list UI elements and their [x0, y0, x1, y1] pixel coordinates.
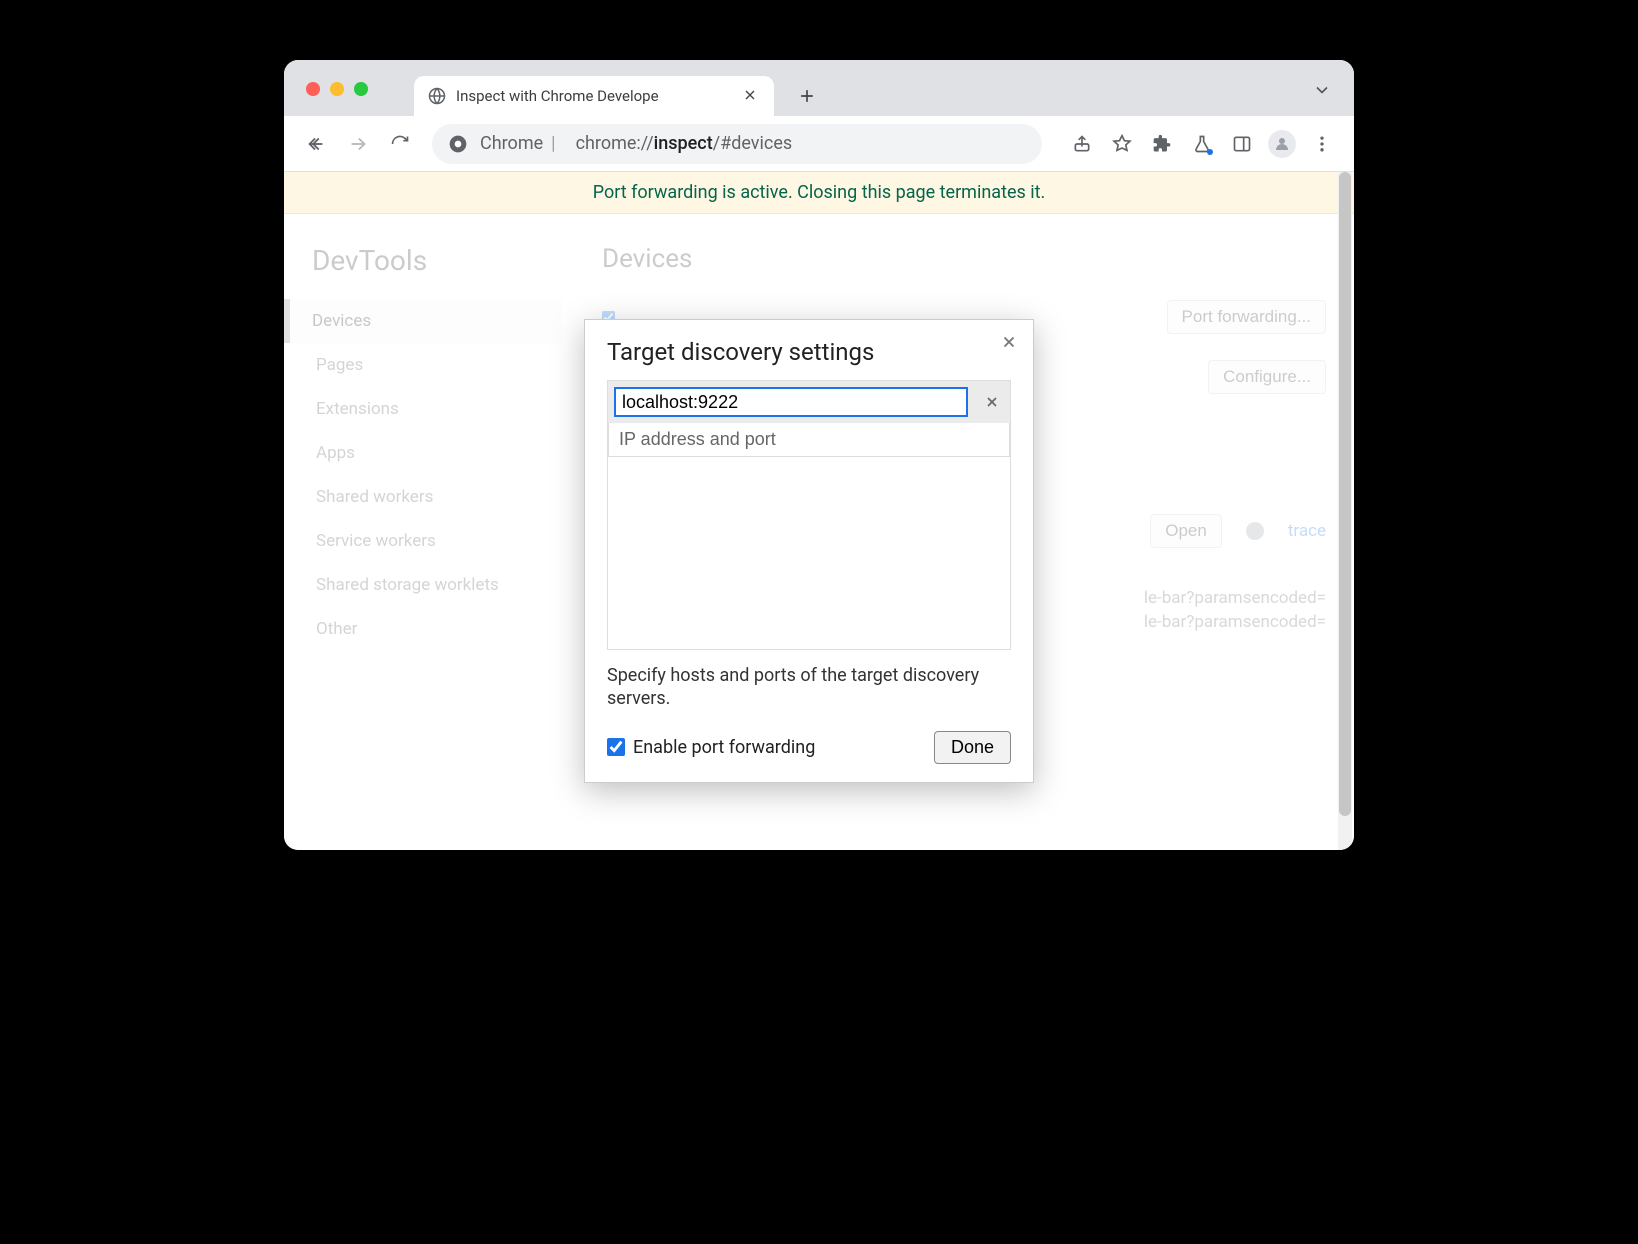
page-viewport: Port forwarding is active. Closing this … — [284, 172, 1354, 850]
sidebar: DevTools Devices Pages Extensions Apps S… — [312, 244, 562, 850]
avatar-icon — [1268, 130, 1296, 158]
target-row-empty — [608, 423, 1010, 457]
extensions-icon[interactable] — [1144, 126, 1180, 162]
sidebar-item-extensions[interactable]: Extensions — [312, 387, 562, 431]
sidebar-item-shared-workers[interactable]: Shared workers — [312, 475, 562, 519]
side-panel-icon[interactable] — [1224, 126, 1260, 162]
new-tab-button[interactable] — [792, 81, 822, 111]
configure-button[interactable]: Configure... — [1208, 360, 1326, 394]
reload-button[interactable] — [382, 126, 418, 162]
maximize-window-button[interactable] — [354, 82, 368, 96]
url-text: chrome://inspect/#devices — [576, 133, 793, 154]
page-heading: Devices — [602, 244, 1326, 274]
close-window-button[interactable] — [306, 82, 320, 96]
port-forwarding-banner: Port forwarding is active. Closing this … — [284, 172, 1354, 214]
close-tab-icon[interactable] — [742, 87, 760, 105]
dialog-description: Specify hosts and ports of the target di… — [607, 664, 1011, 711]
port-forwarding-button[interactable]: Port forwarding... — [1167, 300, 1326, 334]
back-button[interactable] — [298, 126, 334, 162]
sidebar-item-shared-storage-worklets[interactable]: Shared storage worklets — [312, 563, 562, 607]
done-button[interactable]: Done — [934, 731, 1011, 764]
scrollbar[interactable] — [1338, 172, 1352, 850]
toolbar-actions — [1064, 126, 1340, 162]
browser-window: Inspect with Chrome Develope Chrom — [284, 60, 1354, 850]
target-row — [608, 381, 1010, 423]
trace-link[interactable]: trace — [1288, 521, 1326, 541]
close-dialog-icon[interactable] — [995, 328, 1023, 356]
minimize-window-button[interactable] — [330, 82, 344, 96]
address-bar[interactable]: Chrome| chrome://inspect/#devices — [432, 124, 1042, 164]
labs-icon[interactable] — [1184, 126, 1220, 162]
toolbar: Chrome| chrome://inspect/#devices — [284, 116, 1354, 172]
tab-strip: Inspect with Chrome Develope — [284, 60, 1354, 116]
enable-port-forwarding-input[interactable] — [607, 738, 625, 756]
sidebar-item-pages[interactable]: Pages — [312, 343, 562, 387]
sidebar-item-devices[interactable]: Devices — [284, 299, 562, 343]
profile-avatar[interactable] — [1264, 126, 1300, 162]
url-scheme-label: Chrome| — [480, 133, 564, 154]
info-icon — [1246, 522, 1264, 540]
open-button[interactable]: Open — [1150, 514, 1222, 548]
target-list — [607, 380, 1011, 650]
sidebar-title: DevTools — [312, 244, 562, 277]
target-host-input[interactable] — [614, 387, 968, 417]
sidebar-item-other[interactable]: Other — [312, 607, 562, 651]
share-icon[interactable] — [1064, 126, 1100, 162]
scrollbar-thumb[interactable] — [1339, 172, 1351, 816]
target-host-empty-input[interactable] — [608, 423, 1010, 457]
window-controls — [306, 82, 368, 96]
menu-dots-icon[interactable] — [1304, 126, 1340, 162]
tab-title: Inspect with Chrome Develope — [456, 87, 732, 105]
target-discovery-dialog: Target discovery settings Specify hosts … — [584, 319, 1034, 783]
delete-row-icon[interactable] — [974, 382, 1010, 422]
bookmark-star-icon[interactable] — [1104, 126, 1140, 162]
enable-port-forwarding-checkbox[interactable]: Enable port forwarding — [607, 737, 815, 758]
globe-icon — [428, 87, 446, 105]
browser-tab[interactable]: Inspect with Chrome Develope — [414, 76, 774, 116]
dialog-title: Target discovery settings — [607, 338, 1011, 366]
sidebar-item-apps[interactable]: Apps — [312, 431, 562, 475]
forward-button[interactable] — [340, 126, 376, 162]
tabs-dropdown-icon[interactable] — [1312, 80, 1332, 100]
chrome-logo-icon — [448, 134, 468, 154]
sidebar-item-service-workers[interactable]: Service workers — [312, 519, 562, 563]
